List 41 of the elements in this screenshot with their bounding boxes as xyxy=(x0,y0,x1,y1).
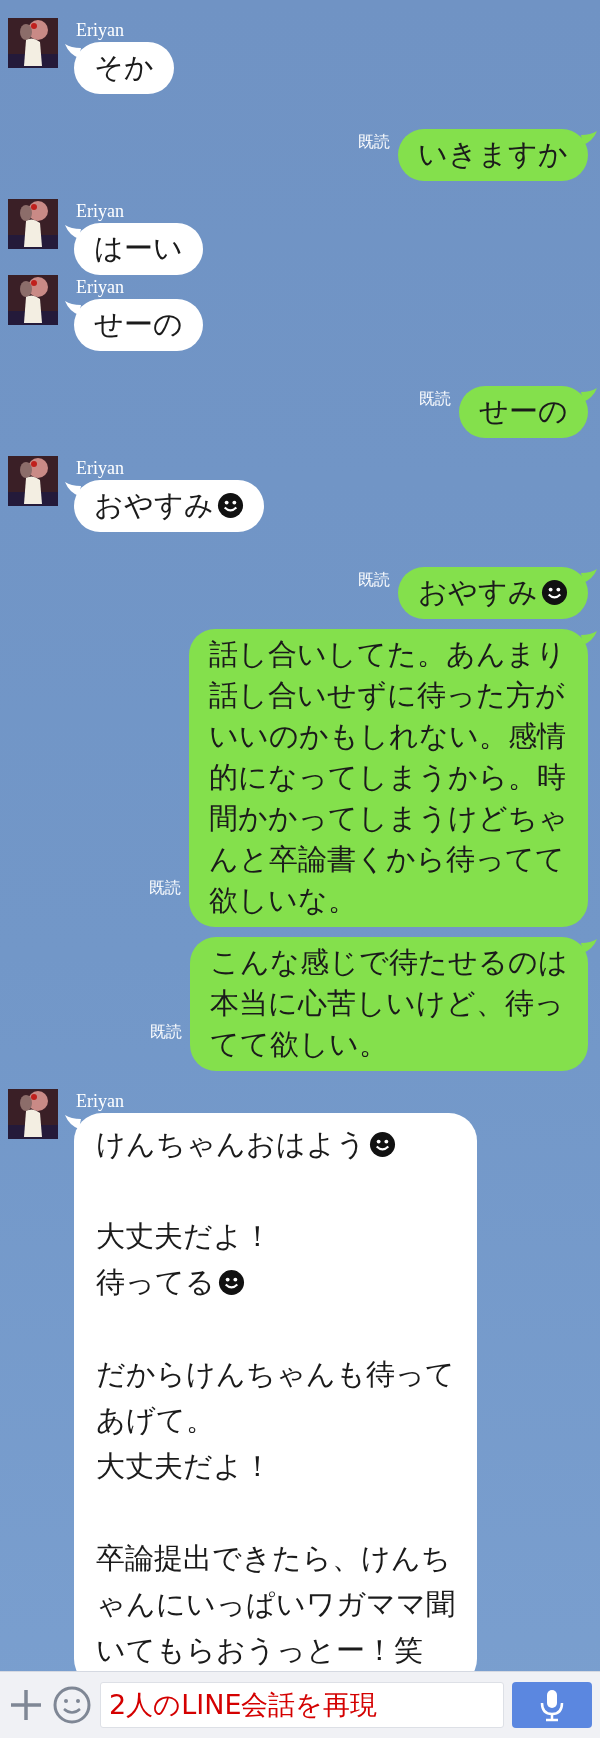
message-text: てて欲しい。 xyxy=(210,1026,388,1063)
message-text: 欲しいな。 xyxy=(209,882,357,919)
message-text: せーの xyxy=(94,306,183,343)
message-text: 本当に心苦しいけど、待っ xyxy=(210,985,564,1022)
message-text: 卒論提出できたら、けんち xyxy=(96,1540,451,1577)
read-receipt: 既読 xyxy=(419,389,451,409)
message-text: んと卒論書くから待ってて xyxy=(209,841,565,878)
message-text: だからけんちゃんも待って xyxy=(96,1356,455,1393)
plus-icon[interactable] xyxy=(8,1687,44,1723)
message-text: はーい xyxy=(94,230,183,267)
sender-name: Eriyan xyxy=(75,457,124,480)
message-text: けんちゃんおはよう xyxy=(96,1126,366,1163)
message-text: おやすみ xyxy=(94,487,214,524)
message-text: 的になってしまうから。時 xyxy=(209,759,566,796)
sender-name: Eriyan xyxy=(75,19,124,42)
message-text: せーの xyxy=(479,393,568,430)
read-receipt: 既読 xyxy=(358,132,390,152)
message-text: いきますか xyxy=(418,136,568,173)
message-text: こんな感じで待たせるのは xyxy=(210,944,568,981)
message-text: あげて。 xyxy=(96,1402,215,1439)
message-text: 話し合いしてた。あんまり xyxy=(209,636,566,673)
message-text: そか xyxy=(94,49,154,86)
message-text: 大丈夫だよ！ xyxy=(96,1448,272,1485)
message-text: いいのかもしれない。感情 xyxy=(209,718,566,755)
message-text: いてもらおうっとー！笑 xyxy=(96,1632,423,1669)
read-receipt: 既読 xyxy=(358,570,390,590)
message-text: おやすみ xyxy=(418,574,538,611)
read-receipt: 既読 xyxy=(150,1022,182,1042)
sender-name: Eriyan xyxy=(75,200,124,223)
smiley-icon[interactable] xyxy=(52,1685,92,1725)
microphone-button[interactable] xyxy=(512,1682,592,1728)
microphone-icon xyxy=(539,1688,565,1722)
message-text: 間かかってしまうけどちゃ xyxy=(209,800,568,837)
sender-name: Eriyan xyxy=(75,276,124,299)
read-receipt: 既読 xyxy=(149,878,181,898)
sender-name: Eriyan xyxy=(75,1090,124,1113)
message-text: 大丈夫だよ！ xyxy=(96,1218,272,1255)
message-text: ゃんにいっぱいワガママ聞 xyxy=(96,1586,455,1623)
message-text: 待ってる xyxy=(96,1264,215,1301)
message-input[interactable]: 2人のLINE会話を再現 xyxy=(100,1682,504,1728)
message-text: 話し合いせずに待った方が xyxy=(209,677,565,714)
